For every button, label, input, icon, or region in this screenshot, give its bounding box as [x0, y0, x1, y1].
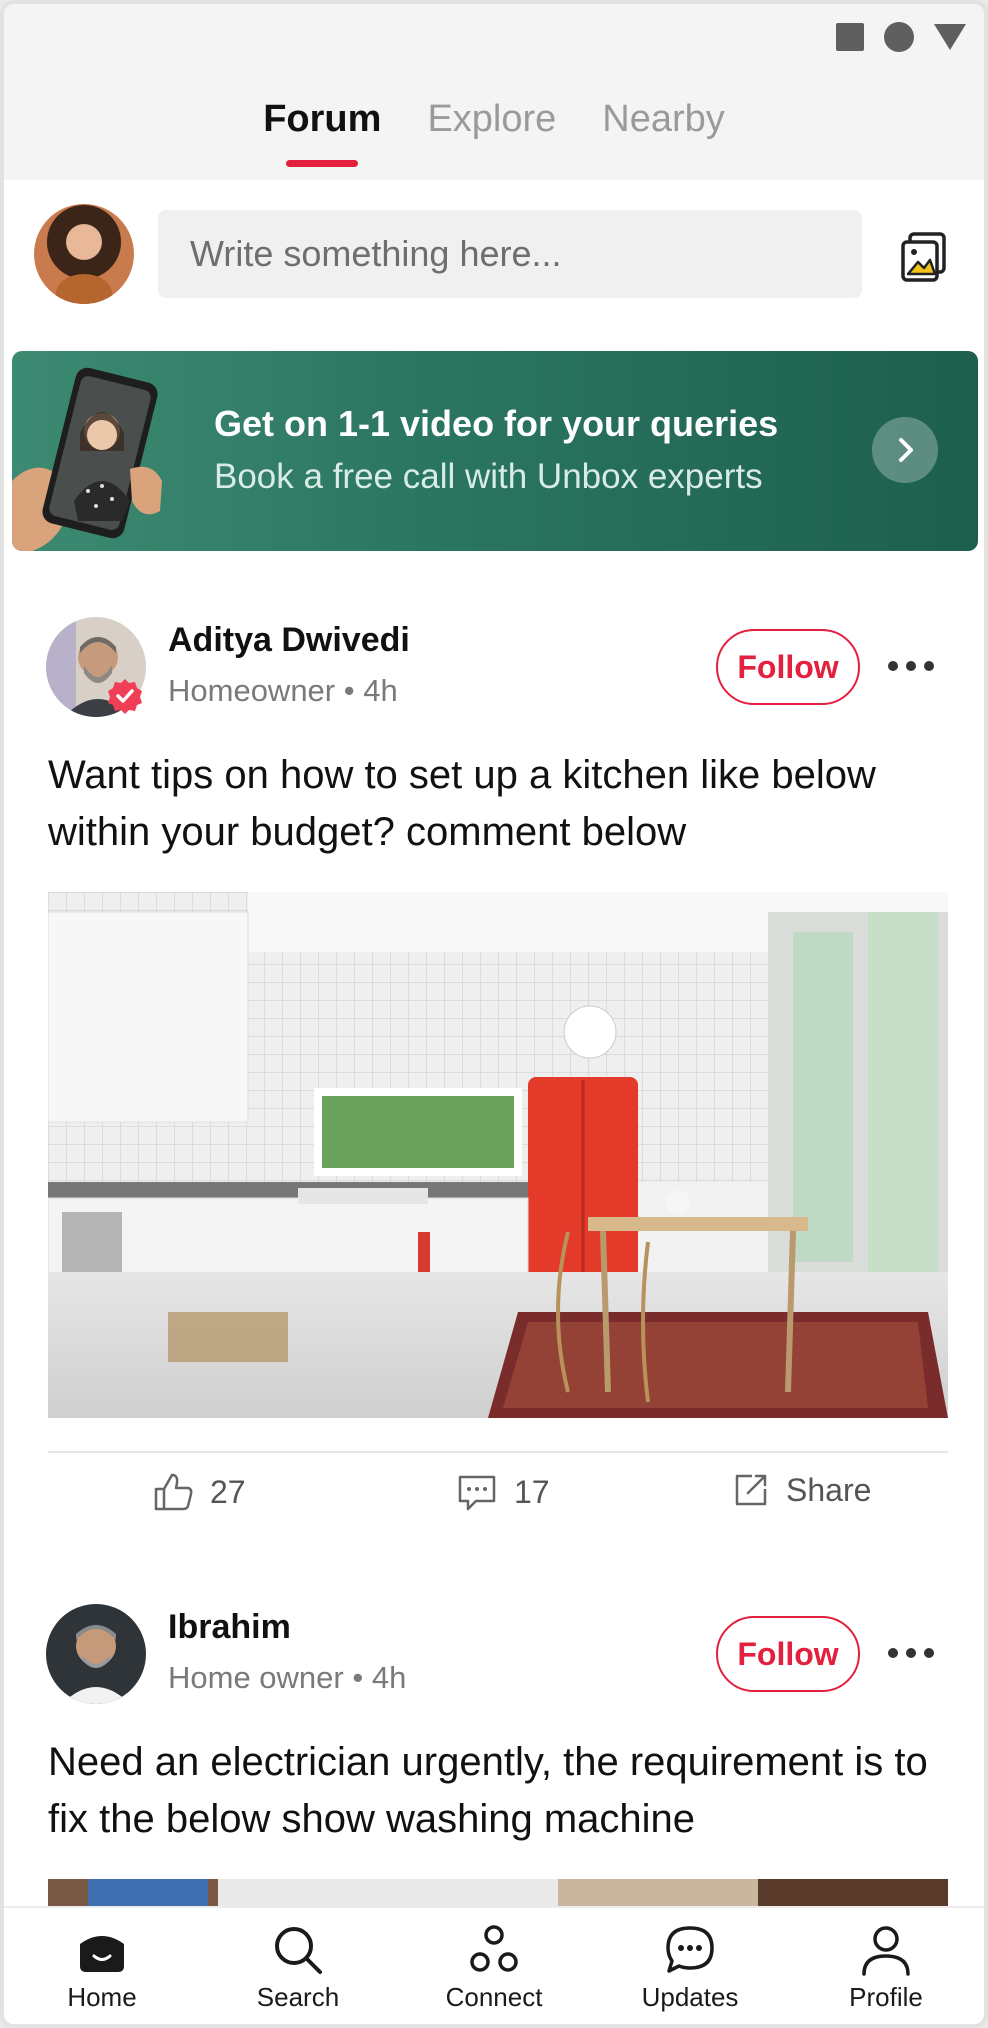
profile-icon: [862, 1926, 910, 1976]
thumbs-up-icon: [154, 1473, 193, 1511]
more-options-icon[interactable]: [888, 651, 940, 681]
tab-forum[interactable]: Forum: [263, 98, 381, 147]
meta-separator: •: [343, 673, 364, 708]
comment-count: 17: [514, 1473, 550, 1510]
phone-video-call-illustration: [12, 367, 162, 551]
verified-badge-icon: [106, 677, 144, 715]
nav-updates[interactable]: Updates: [605, 1922, 775, 2013]
post-time: 4h: [363, 673, 398, 708]
nav-profile[interactable]: Profile: [801, 1922, 971, 2013]
meta-separator: •: [352, 1660, 372, 1695]
post-composer: [4, 180, 984, 340]
kitchen-photo[interactable]: [48, 892, 948, 1418]
share-button[interactable]: Share: [732, 1471, 871, 1509]
post-text: Want tips on how to set up a kitchen lik…: [48, 753, 876, 854]
comment-button[interactable]: 17: [456, 1471, 550, 1513]
forum-post: Ibrahim Home owner • 4h Follow Need an e…: [4, 1604, 984, 1939]
chevron-right-icon[interactable]: [872, 417, 938, 483]
promo-subtitle: Book a free call with Unbox experts: [214, 457, 763, 496]
nav-profile-label: Profile: [849, 1982, 923, 2012]
recents-icon: [836, 23, 864, 51]
post-meta: Home owner • 4h: [168, 1660, 406, 1696]
system-nav-icons: [836, 22, 966, 52]
promo-title: Get on 1-1 video for your queries: [214, 403, 779, 444]
nav-home-label: Home: [67, 1982, 137, 2012]
nav-search-label: Search: [256, 1982, 340, 2012]
video-call-promo-banner[interactable]: Get on 1-1 video for your queries Book a…: [12, 351, 978, 551]
nav-search[interactable]: Search: [213, 1922, 383, 2013]
author-avatar[interactable]: [46, 1604, 146, 1704]
search-icon: [275, 1927, 322, 1974]
follow-button[interactable]: Follow: [716, 1616, 860, 1692]
comment-icon: [458, 1475, 496, 1511]
chat-bubble-icon: [666, 1926, 714, 1973]
nav-connect-label: Connect: [445, 1982, 543, 2012]
phone-frame: Forum Explore Nearby Get: [0, 0, 988, 2028]
back-system-icon: [934, 24, 966, 50]
share-icon: [735, 1474, 767, 1506]
home-system-icon: [884, 22, 914, 52]
post-actions: 27 17 Share: [4, 1453, 984, 1533]
status-bar: [4, 4, 984, 64]
nav-updates-label: Updates: [641, 1982, 739, 2012]
follow-button[interactable]: Follow: [716, 629, 860, 705]
forum-post: Aditya Dwivedi Homeowner • 4h Follow Wan…: [4, 617, 984, 1527]
tab-explore[interactable]: Explore: [427, 98, 556, 147]
like-button[interactable]: 27: [152, 1471, 246, 1513]
like-count: 27: [210, 1473, 246, 1510]
author-role: Homeowner: [168, 673, 336, 708]
post-time: 4h: [371, 1660, 407, 1695]
author-name[interactable]: Ibrahim: [168, 1608, 291, 1647]
home-icon: [80, 1936, 124, 1972]
compose-input[interactable]: [158, 210, 862, 298]
add-photo-icon[interactable]: [900, 230, 948, 282]
tab-nearby[interactable]: Nearby: [602, 98, 725, 147]
post-meta: Homeowner • 4h: [168, 673, 398, 709]
connect-icon: [470, 1925, 518, 1972]
nav-home[interactable]: Home: [17, 1922, 187, 2013]
more-options-icon[interactable]: [888, 1638, 940, 1668]
user-avatar[interactable]: [34, 204, 134, 304]
post-text: Need an electrician urgently, the requir…: [48, 1740, 928, 1841]
share-label: Share: [786, 1471, 872, 1508]
nav-connect[interactable]: Connect: [409, 1922, 579, 2013]
top-tabs: Forum Explore Nearby: [4, 64, 984, 180]
author-name[interactable]: Aditya Dwivedi: [168, 621, 410, 660]
bottom-nav: Home Search Connect Updates Profile: [4, 1906, 984, 2024]
author-role: Home owner: [168, 1660, 344, 1695]
